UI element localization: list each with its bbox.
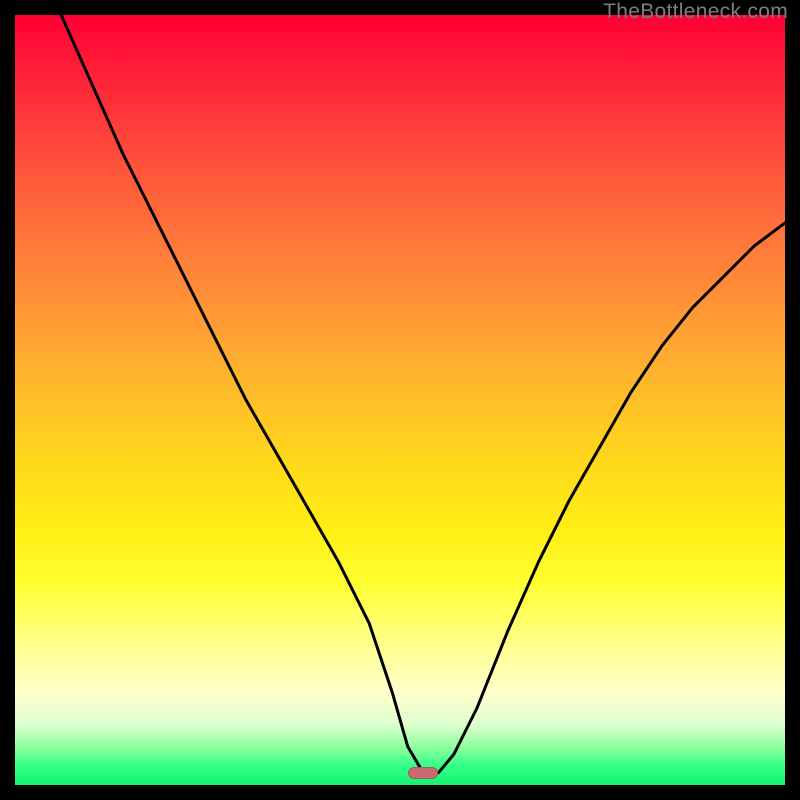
plot-area [15, 15, 785, 785]
optimal-marker [408, 767, 438, 779]
bottleneck-curve [15, 15, 785, 785]
attribution-text: TheBottleneck.com [603, 0, 788, 24]
